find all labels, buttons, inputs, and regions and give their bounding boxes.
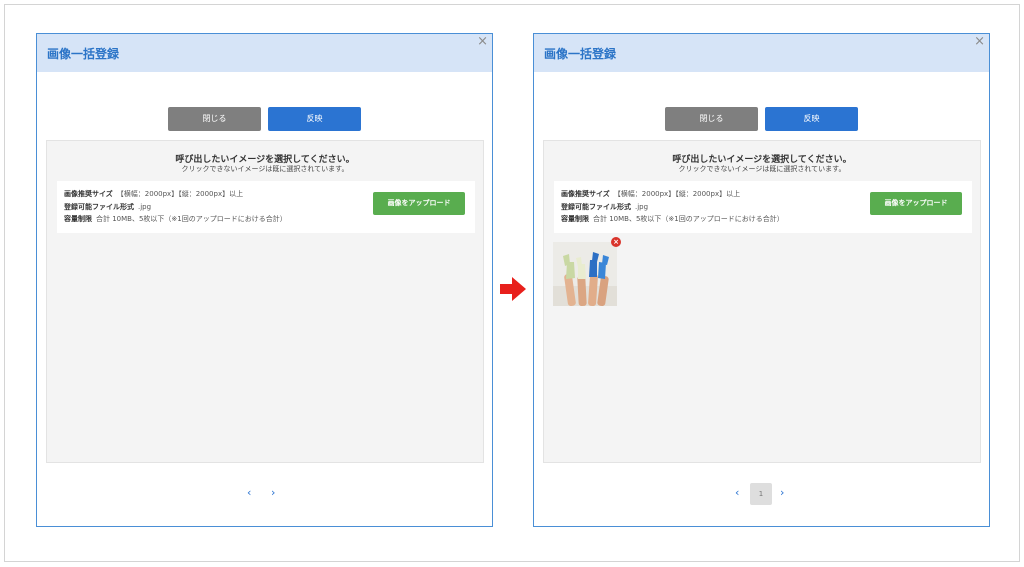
dialog-header: 画像一括登録 × (534, 34, 989, 72)
limit-value: 合計 10MB、5枚以下（※1回のアップロードにおける合計） (96, 215, 287, 223)
prev-page-button[interactable]: ‹ (735, 483, 739, 503)
format-label: 登録可能ファイル形式 (561, 203, 631, 211)
upload-info-box: 画像推奨サイズ 【横幅：2000px】【縦：2000px】以上 登録可能ファイル形… (57, 181, 475, 233)
close-icon[interactable]: × (974, 35, 985, 49)
limit-info: 容量制限 合計 10MB、5枚以下（※1回のアップロードにおける合計） (64, 214, 287, 224)
image-select-panel: 呼び出したいイメージを選択してください。 クリックできないイメージは既に選択され… (543, 140, 981, 463)
apply-button[interactable]: 反映 (765, 107, 858, 131)
close-button[interactable]: 閉じる (665, 107, 758, 131)
panel-subheading: クリックできないイメージは既に選択されています。 (181, 165, 349, 173)
size-info: 画像推奨サイズ 【横幅：2000px】【縦：2000px】以上 (64, 189, 243, 199)
page-number-current[interactable]: 1 (750, 483, 772, 505)
format-value: .jpg (138, 203, 152, 211)
dialog-title: 画像一括登録 (47, 47, 120, 61)
next-page-button[interactable]: › (780, 483, 784, 503)
limit-label: 容量制限 (64, 215, 92, 223)
image-bulk-register-dialog-before: 画像一括登録 × 閉じる 反映 呼び出したいイメージを選択してください。 クリッ… (36, 33, 493, 527)
upload-image-button[interactable]: 画像をアップロード (373, 192, 465, 215)
dialog-title: 画像一括登録 (544, 47, 617, 61)
format-info: 登録可能ファイル形式 .jpg (561, 202, 648, 212)
format-value: .jpg (635, 203, 649, 211)
image-bulk-register-dialog-after: 画像一括登録 × 閉じる 反映 呼び出したいイメージを選択してください。 クリッ… (533, 33, 990, 527)
limit-label: 容量制限 (561, 215, 589, 223)
size-label: 画像推奨サイズ (561, 190, 610, 198)
upload-info-box: 画像推奨サイズ 【横幅：2000px】【縦：2000px】以上 登録可能ファイル形… (554, 181, 972, 233)
size-value: 【横幅：2000px】【縦：2000px】以上 (116, 190, 244, 198)
prev-page-button[interactable]: ‹ (247, 483, 251, 503)
close-button[interactable]: 閉じる (168, 107, 261, 131)
panel-subheading: クリックできないイメージは既に選択されています。 (678, 165, 846, 173)
dialog-header: 画像一括登録 × (37, 34, 492, 72)
format-info: 登録可能ファイル形式 .jpg (64, 202, 151, 212)
apply-button[interactable]: 反映 (268, 107, 361, 131)
next-page-button[interactable]: › (271, 483, 275, 503)
upload-image-button[interactable]: 画像をアップロード (870, 192, 962, 215)
close-icon[interactable]: × (477, 35, 488, 49)
remove-icon[interactable]: × (611, 237, 621, 247)
size-value: 【横幅：2000px】【縦：2000px】以上 (613, 190, 741, 198)
size-label: 画像推奨サイズ (64, 190, 113, 198)
right-arrow-icon (500, 277, 526, 301)
socks-photo (553, 242, 617, 306)
format-label: 登録可能ファイル形式 (64, 203, 134, 211)
size-info: 画像推奨サイズ 【横幅：2000px】【縦：2000px】以上 (561, 189, 740, 199)
image-select-panel: 呼び出したいイメージを選択してください。 クリックできないイメージは既に選択され… (46, 140, 484, 463)
limit-info: 容量制限 合計 10MB、5枚以下（※1回のアップロードにおける合計） (561, 214, 784, 224)
limit-value: 合計 10MB、5枚以下（※1回のアップロードにおける合計） (593, 215, 784, 223)
uploaded-image-thumbnail[interactable] (553, 242, 617, 306)
